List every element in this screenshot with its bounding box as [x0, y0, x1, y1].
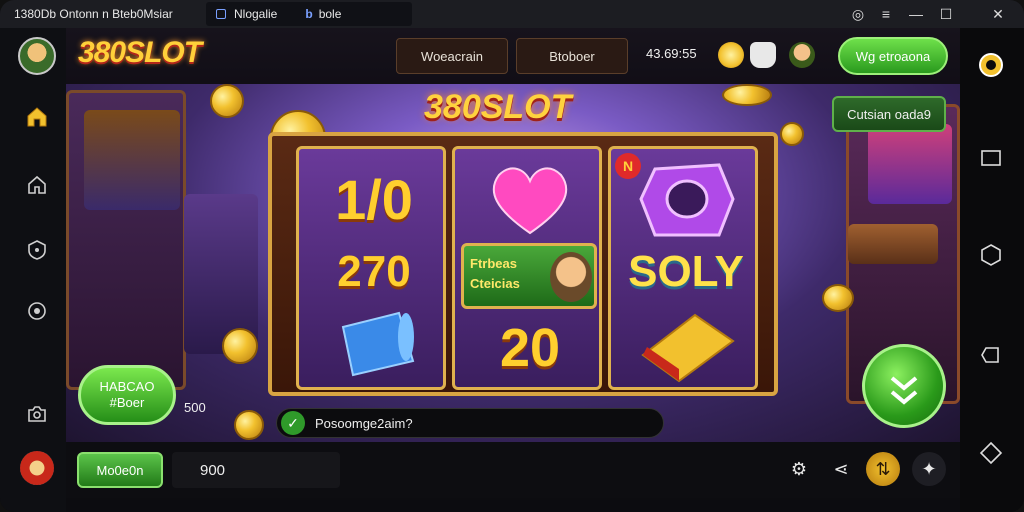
split-icon: b [305, 7, 313, 21]
home-icon[interactable] [22, 102, 52, 132]
timer-display: 43.69:55 [646, 46, 697, 61]
reel-1-mid-value: 270 [337, 247, 411, 296]
arcade-sign-right [848, 224, 938, 264]
reel-1: 1/0 270 [296, 146, 446, 390]
right-sidebar [960, 28, 1024, 512]
close-button[interactable]: ✕ [988, 4, 1008, 24]
header-tab-2[interactable]: Btoboer [516, 38, 628, 74]
arcade-screen-left [84, 110, 180, 210]
header-tab-1[interactable]: Woeacrain [396, 38, 508, 74]
gold-bar-icon [641, 313, 735, 383]
diamond-icon[interactable] [978, 440, 1004, 466]
minimize-button[interactable]: — [906, 4, 926, 24]
player-avatar[interactable] [20, 451, 54, 485]
banner-line-2: Cteicias [470, 276, 520, 291]
shield-icon[interactable] [22, 235, 52, 265]
share-icon[interactable]: ⋖ [824, 452, 858, 486]
house-outline-icon[interactable] [22, 170, 52, 200]
credits-display: 900 [172, 452, 340, 488]
blue-cylinder-icon [341, 311, 415, 377]
settings-icon[interactable]: ⚙ [782, 452, 816, 486]
coin-decoration [722, 84, 772, 106]
game-logo: 380SLOT [424, 88, 572, 126]
crown-icon[interactable] [750, 42, 776, 68]
auto-spin-button[interactable]: HABCAO #Boer [78, 365, 176, 425]
target-icon[interactable]: ◎ [848, 4, 868, 24]
app-frame: 1380Db Ontonn n Bteb0Msiar Nlogalie b bo… [0, 0, 1024, 512]
hexagon-icon[interactable] [978, 242, 1004, 268]
auto-spin-label-1: HABCAO [99, 379, 155, 394]
tab-square-icon [216, 9, 226, 19]
coin-decoration [780, 122, 804, 146]
reel-3: N SOLY [608, 146, 758, 390]
reel-3-word: SOLY [628, 247, 744, 296]
spin-button[interactable] [862, 344, 946, 428]
maximize-button[interactable]: ☐ [936, 4, 956, 24]
tab-secondary[interactable]: Nlogalie b bole [206, 2, 412, 26]
auto-spin-label-2: #Boer [109, 395, 145, 410]
camera-icon[interactable] [22, 399, 52, 429]
window-titlebar: 1380Db Ontonn n Bteb0Msiar Nlogalie b bo… [0, 0, 1024, 28]
coin-exchange-icon[interactable]: ⇅ [866, 452, 900, 486]
status-bar: ✓ Posoomge2aim? [276, 408, 664, 438]
tab-title: 1380Db Ontonn n Bteb0Msiar [14, 7, 173, 21]
purple-gem-icon [639, 163, 735, 237]
back-icon[interactable] [978, 342, 1004, 368]
coin-decoration [210, 84, 244, 118]
left-sidebar [0, 28, 66, 512]
reel-2-value: 20 [499, 318, 561, 378]
check-icon: ✓ [281, 411, 305, 435]
coin-icon[interactable] [718, 42, 744, 68]
slot-reels: 1/0 270 Ftrbeas Cteicias 20 N SOLY [268, 132, 778, 396]
character-portrait [550, 252, 592, 302]
avatar[interactable] [18, 37, 56, 75]
spin-arrow-icon [890, 376, 918, 405]
coin-decoration [234, 410, 264, 440]
brand-logo: 380SLOT [78, 36, 202, 69]
heart-icon [492, 167, 568, 235]
reel-1-top-value: 1/0 [335, 168, 413, 231]
coin-decoration [222, 328, 258, 364]
profile-icon[interactable] [789, 42, 815, 68]
status-message: Posoomge2aim? [315, 415, 413, 431]
info-icon[interactable]: ✦ [912, 452, 946, 486]
coin-ring-icon[interactable] [976, 50, 1006, 80]
menu-icon[interactable]: ≡ [876, 4, 896, 24]
tab-main[interactable]: 1380Db Ontonn n Bteb0Msiar [4, 2, 200, 26]
bet-amount: 500 [184, 400, 206, 415]
arcade-screen-right [868, 124, 952, 204]
top-right-label-button[interactable]: Cutsian oada9 [832, 96, 946, 132]
record-icon[interactable] [22, 296, 52, 326]
coin-decoration [822, 284, 854, 312]
top-cta-button[interactable]: Wg etroaona [838, 37, 948, 75]
banner-line-1: Ftrbeas [470, 256, 517, 271]
reel-2-banner: Ftrbeas Cteicias [461, 243, 597, 309]
tab-extra: bole [318, 7, 342, 21]
reel-2: Ftrbeas Cteicias 20 [452, 146, 602, 390]
tab-title: Nlogalie [234, 7, 278, 21]
square-icon[interactable] [978, 145, 1004, 171]
mode-button[interactable]: Mo0e0n [77, 452, 163, 488]
